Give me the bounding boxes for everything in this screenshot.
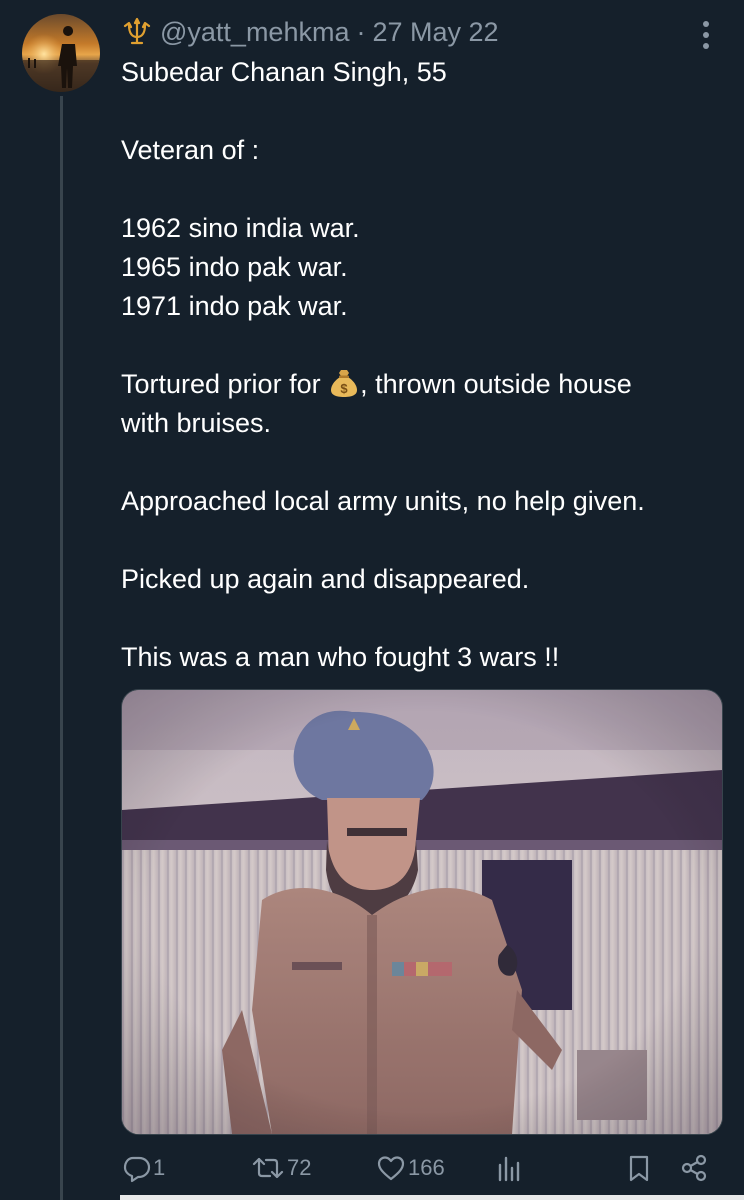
tweet-date[interactable]: 27 May 22	[372, 17, 498, 48]
views-button[interactable]	[496, 1148, 524, 1188]
tweet-line: 1971 indo pak war.	[121, 291, 348, 321]
tweet-actions: 1 72 166	[121, 1148, 721, 1188]
tweet-text: Subedar Chanan Singh, 55 Veteran of : 19…	[121, 53, 721, 677]
retweet-icon	[252, 1157, 284, 1179]
photo-soldier-in-turban	[122, 690, 722, 1134]
tweet-line-part: , thrown outside house	[360, 369, 632, 399]
tweet-line: 1965 indo pak war.	[121, 252, 348, 282]
tweet-line: with bruises.	[121, 408, 272, 438]
tweet-line: Picked up again and disappeared.	[121, 564, 530, 594]
tweet-header: @yatt_mehkma · 27 May 22	[120, 14, 499, 50]
tweet-line: 1962 sino india war.	[121, 213, 360, 243]
reply-count: 1	[153, 1155, 166, 1180]
bookmark-button[interactable]	[626, 1148, 652, 1188]
divider	[120, 1195, 744, 1200]
tweet-line: Veteran of :	[121, 135, 260, 165]
share-button[interactable]	[679, 1148, 709, 1188]
heart-icon	[377, 1156, 405, 1181]
header-separator: ·	[356, 16, 366, 47]
tweet-line: Subedar Chanan Singh, 55	[121, 57, 447, 87]
tweet-photo[interactable]	[121, 689, 723, 1135]
more-options-icon[interactable]	[702, 20, 710, 50]
retweet-button[interactable]: 72	[251, 1148, 311, 1188]
trident-icon	[123, 17, 151, 45]
views-icon	[498, 1156, 520, 1182]
tweet-line-part: Tortured prior for	[121, 369, 329, 399]
tweet-screen: @yatt_mehkma · 27 May 22 Subedar Chanan …	[0, 0, 744, 1200]
share-icon	[681, 1154, 707, 1182]
reply-button[interactable]: 1	[121, 1148, 165, 1188]
like-button[interactable]: 166	[376, 1148, 445, 1188]
svg-text:$: $	[340, 381, 348, 396]
avatar-silhouette-icon	[22, 26, 100, 92]
like-count: 166	[408, 1155, 445, 1180]
tweet-line: This was a man who fought 3 wars !!	[121, 642, 560, 672]
reply-icon	[123, 1156, 151, 1183]
bookmark-icon	[629, 1155, 649, 1182]
thread-line	[60, 96, 63, 1200]
avatar[interactable]	[22, 14, 100, 92]
money-bag-icon: $	[331, 370, 358, 397]
author-handle[interactable]: @yatt_mehkma	[160, 17, 349, 48]
retweet-count: 72	[287, 1155, 312, 1180]
tweet-line: Approached local army units, no help giv…	[121, 486, 645, 516]
tweet-line-with-emoji: Tortured prior for $ , thrown outside ho…	[121, 365, 721, 404]
